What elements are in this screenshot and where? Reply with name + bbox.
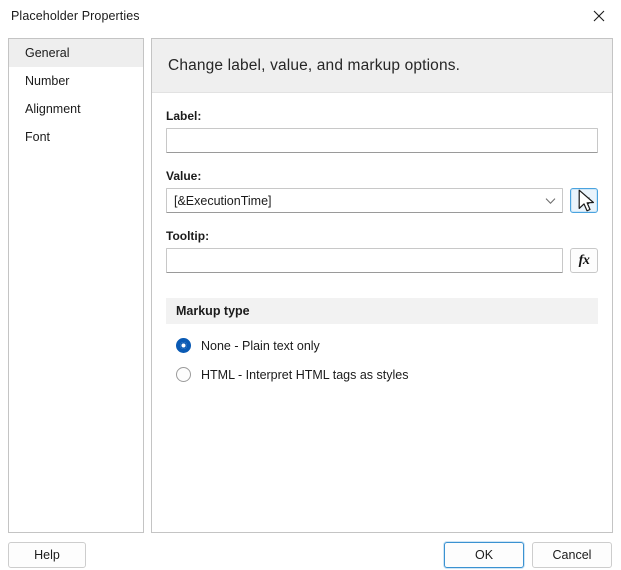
sidebar-item-label: Alignment <box>25 102 81 116</box>
tooltip-field-caption: Tooltip: <box>166 229 210 243</box>
cancel-button[interactable]: Cancel <box>532 542 612 568</box>
title-bar: Placeholder Properties <box>0 0 621 31</box>
sidebar-item-label: General <box>25 46 70 60</box>
value-expression-button[interactable]: fx <box>570 188 598 213</box>
chevron-down-icon[interactable] <box>538 197 562 205</box>
panel-header: Change label, value, and markup options. <box>152 39 612 93</box>
markup-option-html[interactable]: HTML - Interpret HTML tags as styles <box>166 367 598 382</box>
main-panel: Change label, value, and markup options.… <box>151 38 613 533</box>
sidebar-item-general[interactable]: General <box>9 39 143 67</box>
markup-option-html-label: HTML - Interpret HTML tags as styles <box>201 367 409 382</box>
panel-header-title: Change label, value, and markup options. <box>168 56 461 74</box>
tooltip-input[interactable] <box>166 248 563 273</box>
value-field-caption: Value: <box>166 169 202 183</box>
tooltip-field-row: fx <box>166 248 598 273</box>
sidebar-item-number[interactable]: Number <box>9 67 143 95</box>
sidebar-item-label: Font <box>25 130 51 144</box>
sidebar-item-label: Number <box>25 74 70 88</box>
label-input[interactable] <box>166 128 598 153</box>
tooltip-expression-button[interactable]: fx <box>570 248 598 273</box>
ok-button[interactable]: OK <box>444 542 524 568</box>
fx-icon: fx <box>578 192 590 208</box>
markup-option-none[interactable]: None - Plain text only <box>166 338 598 353</box>
fx-icon: fx <box>578 252 590 268</box>
markup-option-none-label: None - Plain text only <box>201 338 320 353</box>
panel-body: Label: Value: [&ExecutionTime] fx Toolti… <box>152 93 612 382</box>
sidebar-tablist: General Number Alignment Font <box>8 38 144 533</box>
help-button[interactable]: Help <box>8 542 86 568</box>
label-field-row <box>166 128 598 153</box>
label-field-caption: Label: <box>166 109 202 123</box>
value-combobox[interactable]: [&ExecutionTime] <box>166 188 563 213</box>
window-title: Placeholder Properties <box>11 8 140 23</box>
close-icon <box>593 10 605 22</box>
markup-type-title: Markup type <box>176 304 250 318</box>
radio-icon-selected[interactable] <box>176 338 191 353</box>
value-field-row: [&ExecutionTime] fx <box>166 188 598 213</box>
sidebar-item-font[interactable]: Font <box>9 123 143 151</box>
markup-type-group-header: Markup type <box>166 298 598 324</box>
close-button[interactable] <box>576 0 621 31</box>
sidebar-item-alignment[interactable]: Alignment <box>9 95 143 123</box>
value-combobox-text: [&ExecutionTime] <box>174 193 272 208</box>
dialog-button-bar: Help OK Cancel <box>0 542 621 570</box>
radio-icon-unselected[interactable] <box>176 367 191 382</box>
